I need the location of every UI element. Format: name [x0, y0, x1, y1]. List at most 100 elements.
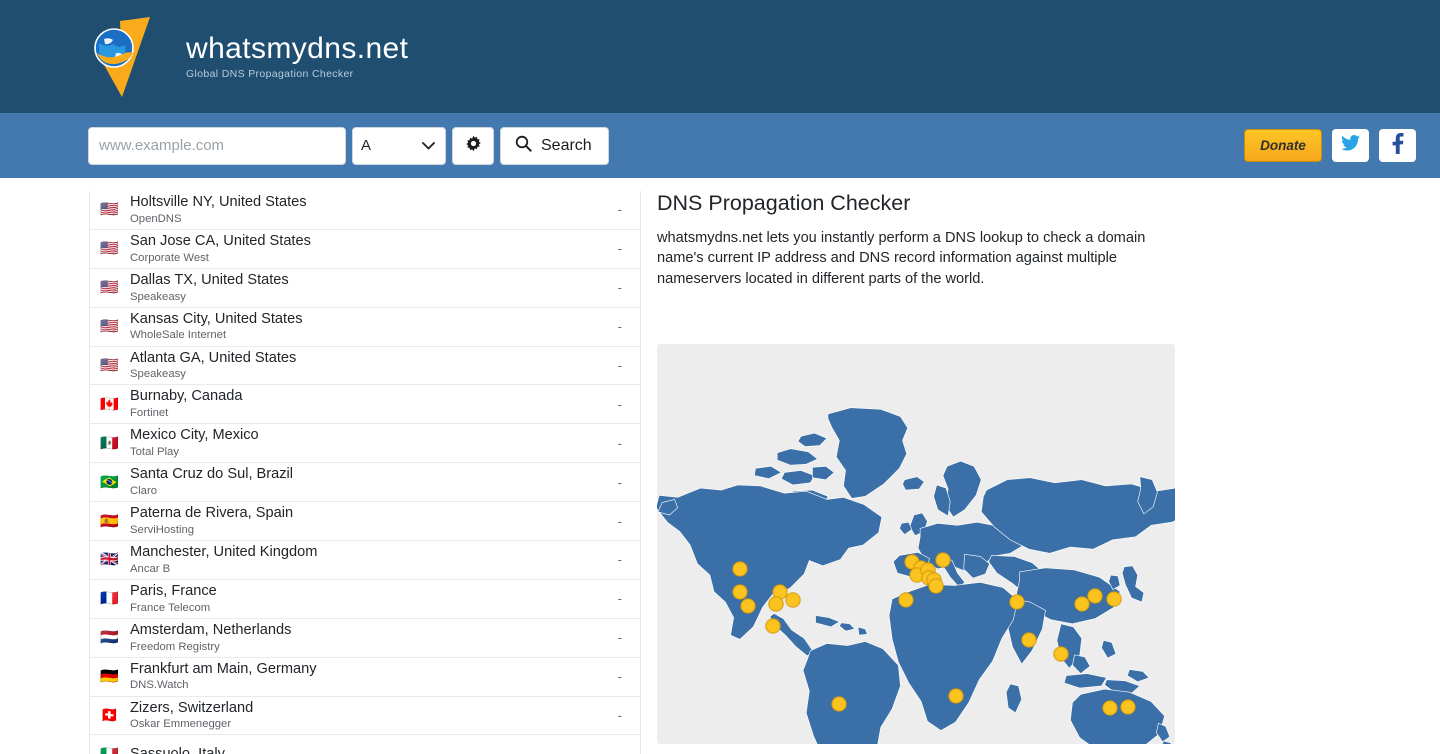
- map-marker-los-angeles[interactable]: [740, 598, 756, 614]
- search-toolbar: A Search: [0, 113, 1440, 178]
- lookup-result: -: [617, 474, 622, 490]
- lookup-result: -: [617, 319, 622, 335]
- table-row[interactable]: 🇨🇭 Zizers, Switzerland Oskar Emmenegger -: [90, 697, 640, 736]
- table-row[interactable]: 🇲🇽 Mexico City, Mexico Total Play -: [90, 424, 640, 464]
- map-marker-tokyo[interactable]: [1106, 591, 1122, 607]
- search-icon: [515, 135, 532, 157]
- server-location: Manchester, United Kingdom: [130, 544, 318, 561]
- table-row[interactable]: 🇺🇸 San Jose CA, United States Corporate We…: [90, 230, 640, 269]
- table-row[interactable]: 🇧🇷 Santa Cruz do Sul, Brazil Claro -: [90, 463, 640, 503]
- settings-button[interactable]: [452, 126, 494, 165]
- server-provider: ServiHosting: [130, 523, 195, 536]
- country-flag-icon: 🇪🇸: [100, 512, 119, 530]
- logo-title: whatsmydns.net: [186, 32, 409, 66]
- lookup-result: -: [617, 669, 622, 685]
- server-info: Sassuolo, Italy: [130, 746, 225, 754]
- lookup-result: -: [617, 396, 622, 412]
- twitter-icon: [1341, 135, 1360, 156]
- map-marker-vancouver[interactable]: [732, 561, 748, 577]
- page-title: DNS Propagation Checker: [657, 191, 911, 215]
- server-location: Amsterdam, Netherlands: [130, 621, 292, 638]
- server-location: Holtsville NY, United States: [130, 194, 307, 210]
- server-info: Amsterdam, Netherlands Freedom Registry: [130, 622, 291, 654]
- server-location: Frankfurt am Main, Germany: [130, 660, 317, 677]
- main-content: 🇺🇸 Holtsville NY, United States OpenDNS - 🇺🇸…: [0, 178, 1440, 754]
- server-info: Frankfurt am Main, Germany DNS.Watch: [130, 661, 317, 693]
- world-map[interactable]: [657, 344, 1175, 745]
- server-info: Atlanta GA, United States Speakeasy: [130, 350, 296, 382]
- map-marker-perth-adelaide[interactable]: [1102, 700, 1118, 716]
- table-row[interactable]: 🇺🇸 Atlanta GA, United States Speakeasy -: [90, 347, 640, 386]
- server-info: Paterna de Rivera, Spain ServiHosting: [130, 505, 293, 537]
- server-info: Zizers, Switzerland Oskar Emmenegger: [130, 700, 253, 732]
- map-marker-mexico-city[interactable]: [765, 618, 780, 634]
- country-flag-icon: 🇺🇸: [100, 318, 119, 336]
- country-flag-icon: 🇩🇪: [100, 668, 119, 686]
- table-row[interactable]: 🇺🇸 Holtsville NY, United States OpenDNS -: [90, 191, 640, 230]
- lookup-result: -: [617, 630, 622, 646]
- site-logo[interactable]: whatsmydns.net Global DNS Propagation Ch…: [88, 13, 408, 101]
- lookup-result: -: [617, 435, 622, 451]
- table-row[interactable]: 🇪🇸 Paterna de Rivera, Spain ServiHosting -: [90, 502, 640, 542]
- globe-checkmark-logo-icon: [88, 13, 180, 101]
- country-flag-icon: 🇺🇸: [100, 201, 119, 219]
- server-location: Atlanta GA, United States: [130, 349, 297, 366]
- lookup-result: -: [617, 241, 622, 257]
- server-location: Santa Cruz do Sul, Brazil: [130, 466, 294, 483]
- server-info: San Jose CA, United States Corporate West: [130, 233, 311, 265]
- country-flag-icon: 🇬🇧: [100, 551, 119, 569]
- map-marker-paterna-de-rivera[interactable]: [898, 592, 914, 608]
- lookup-result: -: [617, 708, 622, 724]
- search-button-label: Search: [541, 136, 592, 154]
- table-row[interactable]: 🇨🇦 Burnaby, Canada Fortinet -: [90, 385, 640, 425]
- server-location: Burnaby, Canada: [130, 388, 243, 405]
- server-info: Holtsville NY, United States OpenDNS: [130, 194, 307, 226]
- table-row[interactable]: 🇩🇪 Frankfurt am Main, Germany DNS.Watch -: [90, 658, 640, 697]
- twitter-share-button[interactable]: [1332, 129, 1369, 162]
- facebook-share-button[interactable]: [1379, 129, 1416, 162]
- table-row[interactable]: 🇬🇧 Manchester, United Kingdom Ancar B -: [90, 541, 640, 580]
- country-flag-icon: 🇺🇸: [100, 279, 119, 297]
- map-marker-singapore[interactable]: [1053, 646, 1069, 662]
- server-provider: Speakeasy: [130, 290, 186, 303]
- record-type-select-wrap: A: [352, 126, 446, 165]
- lookup-result: -: [617, 202, 622, 218]
- server-provider: Total Play: [130, 446, 179, 459]
- lookup-result: -: [617, 280, 622, 296]
- server-provider: WholeSale Internet: [130, 329, 227, 342]
- table-row[interactable]: 🇮🇹 Sassuolo, Italy: [90, 735, 640, 754]
- donate-button[interactable]: Donate: [1244, 129, 1322, 162]
- search-button[interactable]: Search: [500, 126, 609, 165]
- map-marker-johannesburg[interactable]: [948, 688, 964, 704]
- map-marker-atlanta[interactable]: [785, 592, 801, 608]
- world-map-graphic: [657, 407, 1175, 745]
- server-location: Dallas TX, United States: [130, 271, 289, 288]
- map-marker-copenhagen[interactable]: [935, 552, 951, 568]
- server-info: Mexico City, Mexico Total Play: [130, 427, 259, 459]
- lookup-result: -: [617, 513, 622, 529]
- table-row[interactable]: 🇺🇸 Dallas TX, United States Speakeasy -: [90, 269, 640, 308]
- server-info: Dallas TX, United States Speakeasy: [130, 272, 289, 304]
- server-location: Kansas City, United States: [130, 310, 303, 327]
- server-provider: Corporate West: [130, 251, 209, 264]
- map-marker-tashkent[interactable]: [1009, 594, 1025, 610]
- table-row[interactable]: 🇫🇷 Paris, France France Telecom -: [90, 580, 640, 619]
- info-panel: DNS Propagation Checker whatsmydns.net l…: [657, 191, 1217, 754]
- map-marker-dallas[interactable]: [768, 596, 784, 612]
- site-header: whatsmydns.net Global DNS Propagation Ch…: [0, 0, 1440, 113]
- server-provider: DNS.Watch: [130, 679, 189, 692]
- gear-icon: [465, 135, 482, 157]
- record-type-select[interactable]: A: [352, 126, 446, 165]
- map-marker-beijing[interactable]: [1087, 588, 1103, 604]
- map-marker-mumbai[interactable]: [1021, 632, 1037, 648]
- country-flag-icon: 🇳🇱: [100, 629, 119, 647]
- table-row[interactable]: 🇳🇱 Amsterdam, Netherlands Freedom Registry…: [90, 619, 640, 658]
- country-flag-icon: 🇨🇦: [100, 395, 119, 413]
- map-marker-santa-cruz-do-sul[interactable]: [831, 696, 847, 712]
- facebook-icon: [1392, 132, 1404, 159]
- map-marker-sydney[interactable]: [1120, 699, 1136, 715]
- table-row[interactable]: 🇺🇸 Kansas City, United States WholeSale In…: [90, 308, 640, 347]
- lookup-result: -: [617, 591, 622, 607]
- map-marker-sassuolo[interactable]: [928, 578, 944, 594]
- domain-search-input[interactable]: [88, 126, 346, 165]
